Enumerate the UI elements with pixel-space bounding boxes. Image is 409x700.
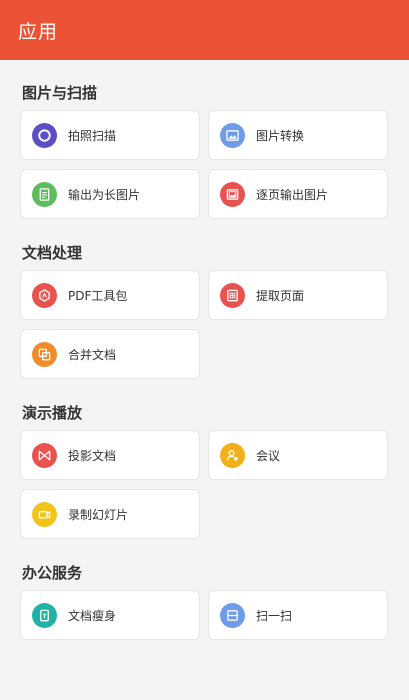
app-item-page-image[interactable]: 逐页输出图片 — [208, 169, 388, 219]
section-title-image-scan: 图片与扫描 — [22, 84, 98, 102]
app-item-label: 文档瘦身 — [68, 608, 117, 623]
projection-icon — [32, 442, 57, 468]
app-item-label: 提取页面 — [256, 288, 305, 303]
camera-scan-icon — [32, 122, 57, 148]
app-item-image-convert[interactable]: 图片转换 — [208, 110, 388, 160]
long-image-icon — [32, 181, 57, 207]
page-title: 应用 — [18, 20, 59, 43]
app-item-label: 输出为长图片 — [68, 187, 141, 202]
app-item-scan[interactable]: 扫一扫 — [208, 590, 388, 640]
app-item-label: 逐页输出图片 — [256, 187, 329, 202]
app-item-pdf-toolkit[interactable]: PDF工具包 — [20, 270, 200, 320]
app-item-doc-slim[interactable]: 文档瘦身 — [20, 590, 200, 640]
image-convert-icon — [220, 122, 245, 148]
meeting-icon — [220, 442, 245, 468]
section-title-presentation: 演示播放 — [22, 404, 83, 422]
app-item-label: 图片转换 — [256, 128, 305, 143]
app-item-label: PDF工具包 — [68, 288, 128, 303]
app-item-meeting[interactable]: 会议 — [208, 430, 388, 480]
app-item-label: 合并文档 — [68, 347, 117, 362]
extract-page-icon — [220, 282, 245, 308]
section-title-office-services: 办公服务 — [22, 564, 83, 582]
app-item-label: 录制幻灯片 — [68, 507, 129, 522]
app-item-extract-page[interactable]: 提取页面 — [208, 270, 388, 320]
app-item-label: 拍照扫描 — [68, 128, 117, 143]
app-item-long-image[interactable]: 输出为长图片 — [20, 169, 200, 219]
app-item-label: 投影文档 — [68, 448, 117, 463]
page-image-icon — [220, 181, 245, 207]
pdf-toolkit-icon — [32, 282, 57, 308]
app-item-label: 会议 — [256, 448, 281, 463]
app-item-label: 扫一扫 — [256, 608, 293, 623]
scan-icon — [220, 602, 245, 628]
app-header: 应用 — [0, 0, 409, 60]
app-item-merge-doc[interactable]: 合并文档 — [20, 329, 200, 379]
section-title-doc-processing: 文档处理 — [22, 244, 83, 262]
merge-doc-icon — [32, 341, 57, 367]
app-item-record-slides[interactable]: 录制幻灯片 — [20, 489, 200, 539]
app-item-camera-scan[interactable]: 拍照扫描 — [20, 110, 200, 160]
record-slides-icon — [32, 501, 57, 527]
doc-slim-icon — [32, 602, 57, 628]
app-item-projection[interactable]: 投影文档 — [20, 430, 200, 480]
